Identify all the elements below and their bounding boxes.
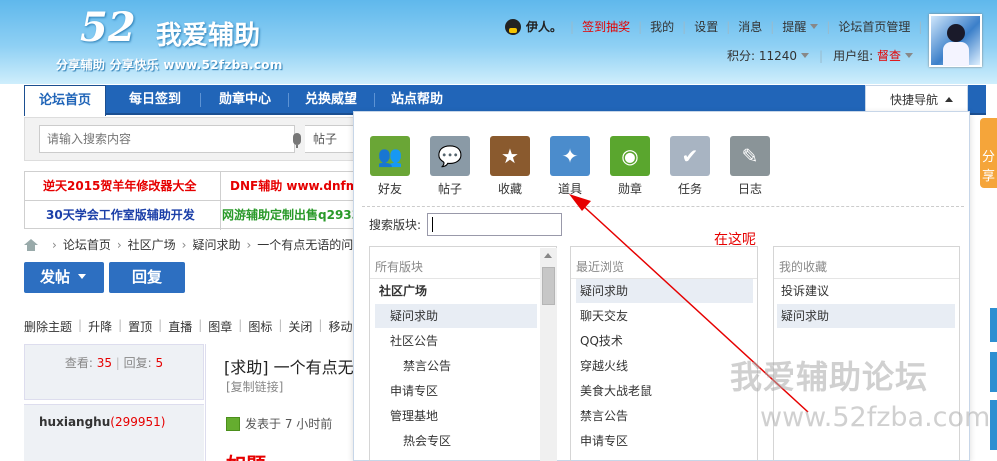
watermark-text: 我爱辅助论坛 <box>730 358 929 396</box>
annotation-text: 在这呢 <box>714 232 756 248</box>
watermark-url: www.52fzba.com <box>760 402 991 433</box>
